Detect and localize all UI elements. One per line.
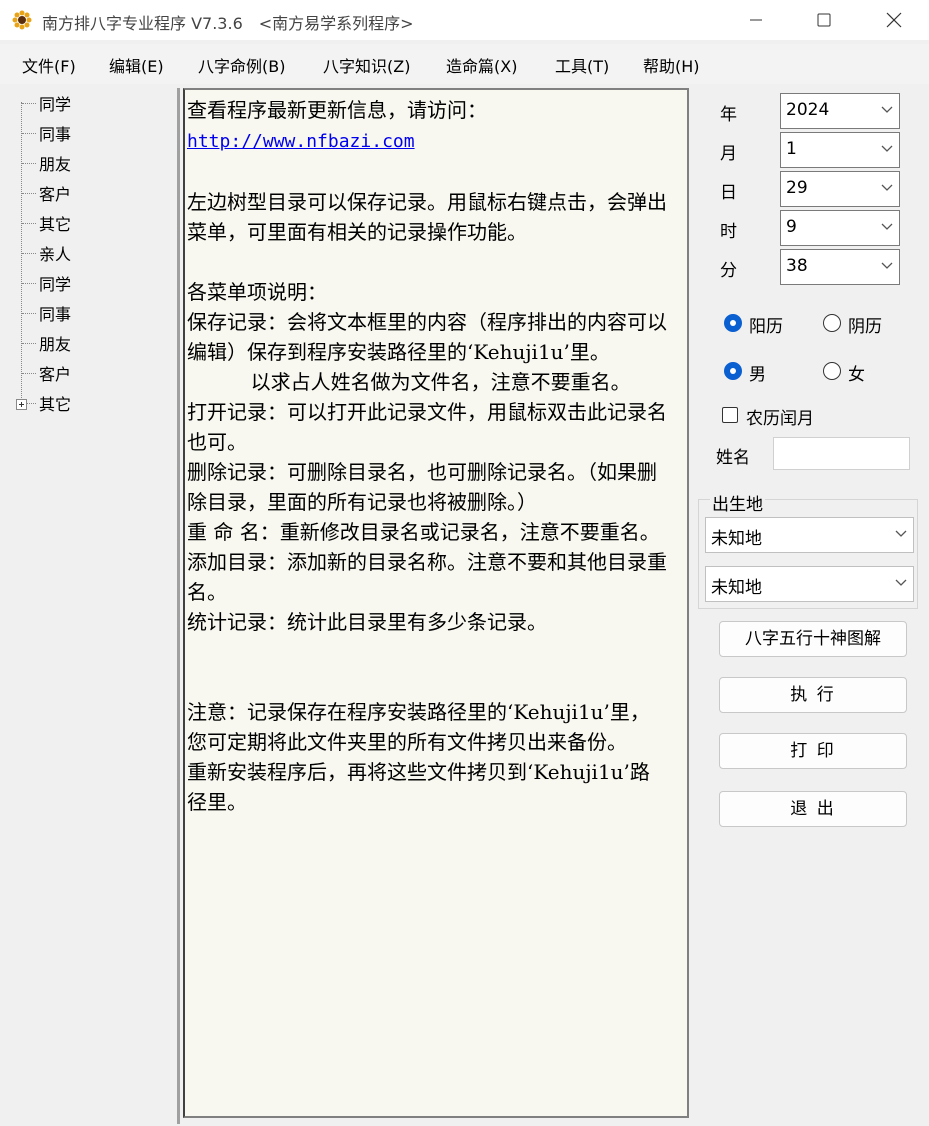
chevron-down-icon: [881, 145, 893, 152]
tree-item[interactable]: 客户: [22, 358, 71, 388]
lunar-calendar-radio[interactable]: [823, 314, 841, 332]
tree-item[interactable]: 亲人: [22, 238, 71, 268]
tree-item[interactable]: 客户: [22, 178, 71, 208]
female-label: 女: [848, 365, 865, 385]
result-text-area[interactable]: 查看程序最新更新信息，请访问： http://www.nfbazi.com 左边…: [183, 88, 689, 1118]
minute-label: 分: [720, 261, 737, 281]
execute-button[interactable]: 执 行: [719, 677, 907, 713]
exit-button[interactable]: 退 出: [719, 791, 907, 827]
bazi-diagram-button[interactable]: 八字五行十神图解: [719, 621, 907, 657]
tree-item[interactable]: 同学: [22, 268, 71, 298]
male-radio[interactable]: [724, 362, 742, 380]
chevron-down-icon: [895, 530, 907, 537]
male-label: 男: [749, 365, 766, 385]
birthplace-label: 出生地: [710, 490, 765, 515]
day-label: 日: [720, 183, 737, 203]
tree-item[interactable]: 同事: [22, 118, 71, 148]
menu-file[interactable]: 文件(F): [22, 53, 76, 77]
app-subtitle: <南方易学系列程序>: [258, 14, 414, 33]
minimize-icon: [750, 19, 762, 21]
year-label: 年: [720, 105, 737, 125]
solar-calendar-radio[interactable]: [724, 314, 742, 332]
text-paragraph: 注意：记录保存在程序安装路径里的‘Kehuji1u’里，您可定期将此文件夹里的所…: [187, 700, 650, 814]
menu-help[interactable]: 帮助(H): [643, 53, 700, 77]
print-button[interactable]: 打 印: [719, 733, 907, 769]
month-select[interactable]: 1: [780, 132, 900, 168]
lunar-calendar-label: 阴历: [848, 317, 882, 337]
day-select[interactable]: 29: [780, 171, 900, 207]
maximize-icon: [817, 13, 831, 27]
tree-expand-icon[interactable]: [16, 399, 27, 410]
chevron-down-icon: [881, 223, 893, 230]
close-button[interactable]: [860, 0, 928, 40]
text-line: 查看程序最新更新信息，请访问：: [187, 98, 487, 122]
maximize-button[interactable]: [790, 0, 858, 40]
year-select[interactable]: 2024: [780, 93, 900, 129]
minimize-button[interactable]: [722, 0, 790, 40]
leap-month-label: 农历闰月: [746, 409, 814, 429]
window-title: 南方排八字专业程序 V7.3.6 <南方易学系列程序>: [42, 10, 414, 34]
tree-item[interactable]: 其它: [22, 208, 71, 238]
female-radio[interactable]: [823, 362, 841, 380]
month-label: 月: [720, 144, 737, 164]
name-input[interactable]: [773, 437, 910, 470]
minute-select[interactable]: 38: [780, 249, 900, 285]
menu-bazi-cases[interactable]: 八字命例(B): [198, 53, 285, 77]
birthplace-province-select[interactable]: 未知地: [705, 517, 914, 553]
close-icon: [886, 12, 902, 28]
title-bar: 南方排八字专业程序 V7.3.6 <南方易学系列程序>: [0, 0, 929, 40]
hour-label: 时: [720, 222, 737, 242]
tree-item[interactable]: 同事: [22, 298, 71, 328]
tree-item[interactable]: 朋友: [22, 328, 71, 358]
tree-item-expandable[interactable]: 其它: [22, 388, 71, 418]
chevron-down-icon: [895, 579, 907, 586]
menu-bar: 文件(F) 编辑(E) 八字命例(B) 八字知识(Z) 造命篇(X) 工具(T)…: [0, 44, 929, 84]
text-paragraph: 左边树型目录可以保存记录。用鼠标右键点击，会弹出菜单，可里面有相关的记录操作功能…: [187, 190, 667, 244]
chevron-down-icon: [881, 106, 893, 113]
tree-item[interactable]: 朋友: [22, 148, 71, 178]
menu-zaoming[interactable]: 造命篇(X): [446, 53, 517, 77]
name-label: 姓名: [716, 448, 750, 468]
solar-calendar-label: 阳历: [749, 317, 783, 337]
birthplace-city-select[interactable]: 未知地: [705, 566, 914, 602]
sunflower-app-icon: [12, 10, 32, 30]
hour-select[interactable]: 9: [780, 210, 900, 246]
menu-tools[interactable]: 工具(T): [555, 53, 609, 77]
menu-bazi-knowledge[interactable]: 八字知识(Z): [323, 53, 410, 77]
chevron-down-icon: [881, 184, 893, 191]
record-tree[interactable]: 同学 同事 朋友 客户 其它 亲人 同学 同事 朋友 客户 其它: [0, 88, 180, 1124]
app-title: 南方排八字专业程序 V7.3.6: [42, 14, 243, 33]
leap-month-checkbox[interactable]: [722, 407, 738, 423]
website-link[interactable]: http://www.nfbazi.com: [187, 131, 415, 152]
chevron-down-icon: [881, 262, 893, 269]
text-paragraph: 各菜单项说明： 保存记录：会将文本框里的内容（程序排出的内容可以编辑）保存到程序…: [187, 280, 667, 634]
tree-item[interactable]: 同学: [22, 88, 71, 118]
menu-edit[interactable]: 编辑(E): [109, 53, 164, 77]
